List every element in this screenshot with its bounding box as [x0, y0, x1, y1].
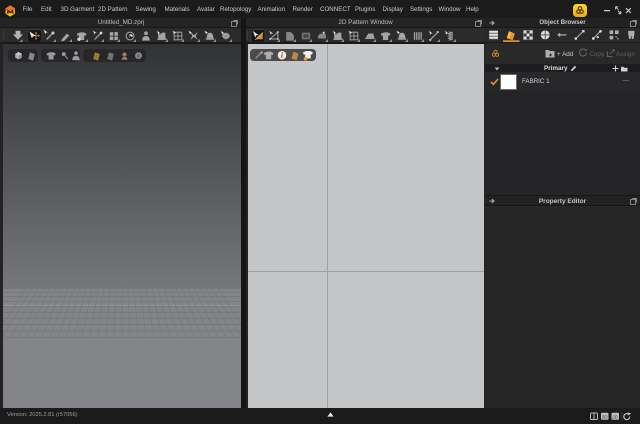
svg-text:0: 0: [137, 53, 140, 59]
svg-text:2D: 2D: [612, 414, 619, 419]
svg-text:3D: 3D: [602, 414, 609, 419]
